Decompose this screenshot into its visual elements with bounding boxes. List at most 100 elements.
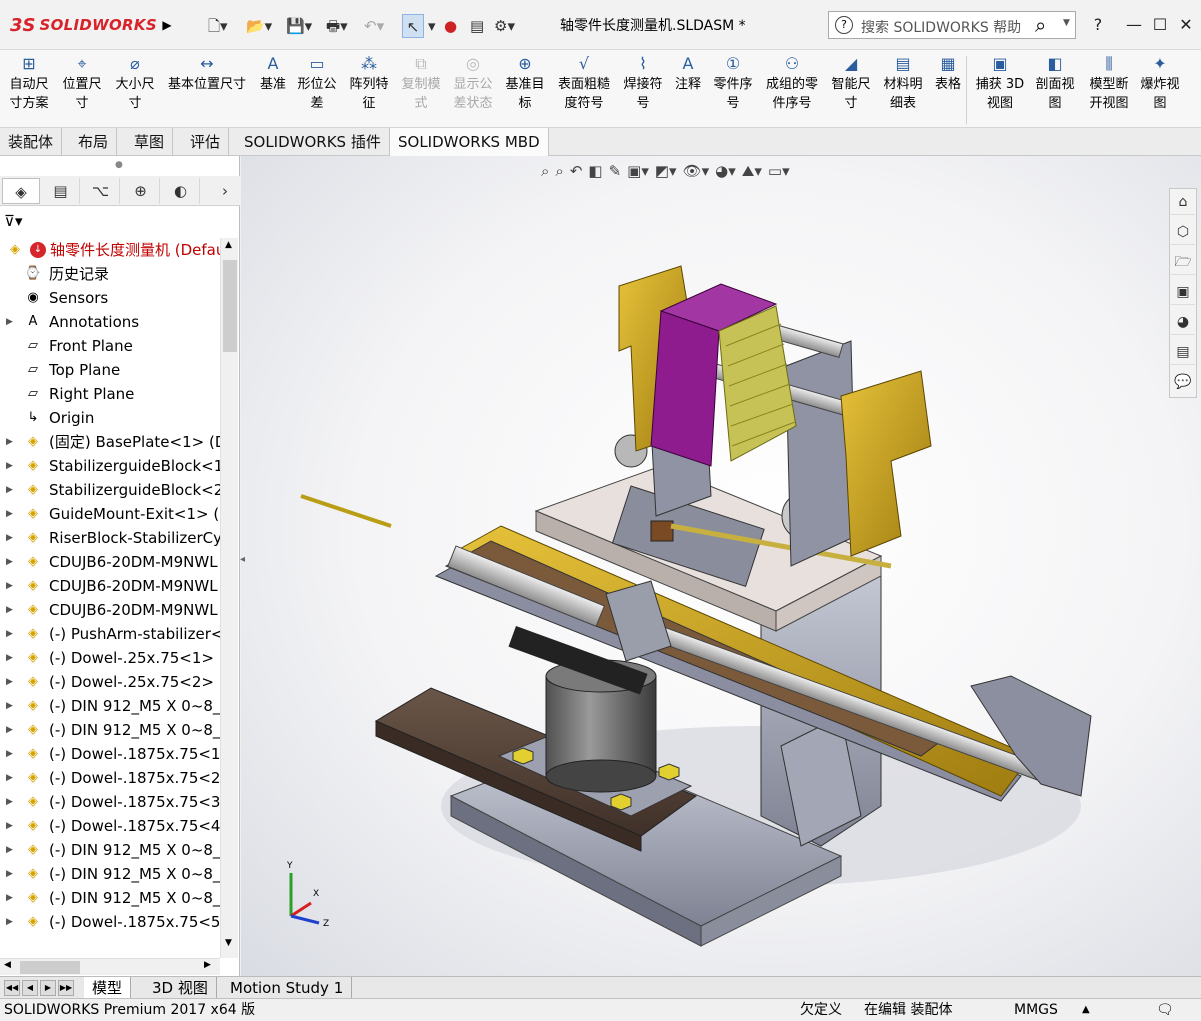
purple-slider-face[interactable] <box>650 310 720 467</box>
expand-arrow-icon[interactable]: ▶ <box>6 742 13 766</box>
ribbon-datum-button[interactable]: A 基准 <box>256 54 290 94</box>
expand-arrow-icon[interactable]: ▶ <box>6 838 13 862</box>
tree-horizontal-scrollbar[interactable]: ◀ ▶ <box>0 958 220 975</box>
expand-arrow-icon[interactable]: ▶ <box>6 910 13 934</box>
help-question-icon[interactable]: ? <box>835 16 853 34</box>
tree-item[interactable]: ▱ Top Plane <box>0 358 220 382</box>
new-document-icon[interactable]: 🗋▾ <box>208 14 228 38</box>
bottom-tab-0[interactable]: 模型 <box>84 977 132 999</box>
tree-item[interactable]: ▶ ◈ StabilizerguideBlock<2 <box>0 478 220 502</box>
tab-4[interactable]: SOLIDWORKS 插件 <box>236 128 390 156</box>
home-icon[interactable]: ⌂ <box>1171 189 1195 215</box>
search-box[interactable]: ? 搜索 SOLIDWORKS 帮助 ⌕ ▼ <box>828 11 1076 39</box>
ribbon-capture-3d-view-button[interactable]: ▣ 捕获 3D 视图 <box>972 54 1028 113</box>
notifications-icon[interactable]: 🗨 <box>1156 999 1174 1021</box>
dimxpert-tab-icon[interactable]: ⊕ <box>122 178 160 204</box>
ribbon-note-button[interactable]: A 注释 <box>670 54 706 94</box>
tree-item[interactable]: ▶ ◈ (-) DIN 912_M5 X 0~8_2 <box>0 694 220 718</box>
ribbon-smart-dimension-button[interactable]: ◢ 智能尺 寸 <box>826 54 876 113</box>
hex-nut[interactable] <box>658 763 680 781</box>
file-explorer-icon[interactable]: 🗁 <box>1171 249 1195 275</box>
units-selector[interactable]: MMGS <box>1014 999 1058 1021</box>
expand-arrow-icon[interactable]: ▶ <box>6 886 13 910</box>
select-pointer-icon[interactable]: ↖ <box>402 14 424 38</box>
tree-item[interactable]: ▶ ◈ (-) DIN 912_M5 X 0~8_2 <box>0 838 220 862</box>
tree-item[interactable]: ▶ ◈ (-) DIN 912_M5 X 0~8_2 <box>0 886 220 910</box>
ribbon-datum-target-button[interactable]: ⊕ 基准目 标 <box>500 54 550 113</box>
rebuild-icon[interactable]: ● <box>444 14 457 38</box>
save-icon[interactable]: 💾▾ <box>286 14 312 38</box>
graphics-area[interactable]: ◫ ⌕ ⌕ ↶ ◧ ✎ ▣▾ ◩▾ 👁▾ ◕▾ ⛰▾ ▭▾ <box>241 156 1201 976</box>
ribbon-geometric-tolerance-button[interactable]: ▭ 形位公 差 <box>292 54 342 113</box>
tab-0[interactable]: 装配体 <box>0 128 63 156</box>
tree-item[interactable]: ▶ ◈ (固定) BasePlate<1> (De <box>0 430 220 454</box>
expand-arrow-icon[interactable]: ▶ <box>6 430 13 454</box>
appearances-icon[interactable]: ◕ <box>1171 309 1195 335</box>
tree-item[interactable]: ▶ ◈ (-) Dowel-.1875x.75<2> <box>0 766 220 790</box>
menu-expand-icon[interactable]: ▶ <box>160 14 174 36</box>
tree-item[interactable]: ⌚ 历史记录 <box>0 262 220 286</box>
solidworks-logo[interactable]: 3S SOLIDWORKS <box>10 12 157 38</box>
tree-item[interactable]: ▶ ◈ (-) PushArm-stabilizer< <box>0 622 220 646</box>
print-icon[interactable]: 🖶▾ <box>326 14 348 38</box>
scroll-right-icon[interactable]: ▶ <box>204 960 211 970</box>
expand-arrow-icon[interactable]: ▶ <box>6 574 13 598</box>
maximize-button[interactable]: ☐ <box>1148 14 1172 36</box>
ribbon-balloon-button[interactable]: ① 零件序 号 <box>708 54 758 113</box>
property-manager-tab-icon[interactable]: ▤ <box>42 178 80 204</box>
custom-properties-icon[interactable]: ▤ <box>1171 339 1195 365</box>
h-scroll-thumb[interactable] <box>20 961 80 974</box>
forum-icon[interactable]: 💬 <box>1171 369 1195 395</box>
scroll-up-icon[interactable]: ▲ <box>225 240 232 250</box>
ribbon-location-dimension-button[interactable]: ⌖ 位置尺 寸 <box>56 54 108 113</box>
tree-item[interactable]: ◉ Sensors <box>0 286 220 310</box>
expand-arrow-icon[interactable]: ▶ <box>6 790 13 814</box>
first-tab-icon[interactable]: ◀◀ <box>4 980 20 996</box>
bottom-tab-1[interactable]: 3D 视图 <box>144 977 217 999</box>
expand-arrow-icon[interactable]: ▶ <box>6 862 13 886</box>
options-gear-icon[interactable]: ⚙▾ <box>494 14 515 38</box>
tree-item[interactable]: ↳ Origin <box>0 406 220 430</box>
tree-item[interactable]: ▶ ◈ GuideMount-Exit<1> (D <box>0 502 220 526</box>
undo-icon[interactable]: ↶▾ <box>364 14 384 38</box>
minimize-button[interactable]: — <box>1122 14 1146 36</box>
tree-item[interactable]: ▶ ◈ (-) Dowel-.1875x.75<5> <box>0 910 220 934</box>
tab-2[interactable]: 草图 <box>126 128 174 156</box>
close-button[interactable]: ✕ <box>1174 14 1198 36</box>
file-properties-icon[interactable]: ▤ <box>470 14 484 38</box>
resources-icon[interactable]: ⬡ <box>1171 219 1195 245</box>
tree-root-assembly[interactable]: ◈ ↓ 轴零件长度测量机 (Defau <box>0 238 220 262</box>
ribbon-pattern-feature-button[interactable]: ⁂ 阵列特 征 <box>344 54 394 113</box>
select-dropdown-icon[interactable]: ▾ <box>428 14 436 38</box>
assembly-model[interactable] <box>241 156 1201 976</box>
expand-arrow-icon[interactable]: ▶ <box>6 814 13 838</box>
hex-nut[interactable] <box>610 793 632 811</box>
tree-vertical-scrollbar[interactable]: ▲ ▼ <box>220 238 238 958</box>
expand-arrow-icon[interactable]: ▶ <box>6 502 13 526</box>
ribbon-copy-scheme-button[interactable]: ⧉ 复制模 式 <box>398 54 444 113</box>
tree-item[interactable]: ▶ ◈ CDUJB6-20DM-M9NWL <box>0 574 220 598</box>
panel-grip-icon[interactable]: ● <box>115 160 123 170</box>
ribbon-section-view-button[interactable]: ◧ 剖面视 图 <box>1030 54 1080 113</box>
tree-item[interactable]: ▶ ◈ (-) Dowel-.1875x.75<1> <box>0 742 220 766</box>
filter-icon[interactable]: ⊽▾ <box>4 212 23 230</box>
ribbon-broken-out-view-button[interactable]: ⫼ 模型断 开视图 <box>1082 54 1136 113</box>
tree-item[interactable]: ▶ ◈ (-) DIN 912_M5 X 0~8_2 <box>0 862 220 886</box>
feature-manager-tab-icon[interactable]: ◈ <box>2 178 40 204</box>
next-tab-icon[interactable]: ▶ <box>40 980 56 996</box>
tree-item[interactable]: ▶ ◈ (-) Dowel-.25x.75<2> (D <box>0 670 220 694</box>
configuration-manager-tab-icon[interactable]: ⌥ <box>82 178 120 204</box>
view-palette-icon[interactable]: ▣ <box>1171 279 1195 305</box>
hex-nut[interactable] <box>512 747 534 765</box>
display-manager-tab-icon[interactable]: ◐ <box>162 178 200 204</box>
help-button[interactable]: ? <box>1086 14 1110 36</box>
units-dropdown-icon[interactable]: ▲ <box>1082 999 1090 1021</box>
tree-item[interactable]: ▶ ◈ RiserBlock-StabilizerCyl <box>0 526 220 550</box>
tree-item[interactable]: ▱ Right Plane <box>0 382 220 406</box>
panel-tabs-more-icon[interactable]: › <box>206 178 244 204</box>
gold-frame-right[interactable] <box>840 370 932 557</box>
ribbon-table-button[interactable]: ▦ 表格 <box>930 54 966 94</box>
ribbon-stacked-balloon-button[interactable]: ⚇ 成组的零 件序号 <box>760 54 824 113</box>
search-icon[interactable]: ⌕ <box>1035 14 1059 38</box>
prev-tab-icon[interactable]: ◀ <box>22 980 38 996</box>
